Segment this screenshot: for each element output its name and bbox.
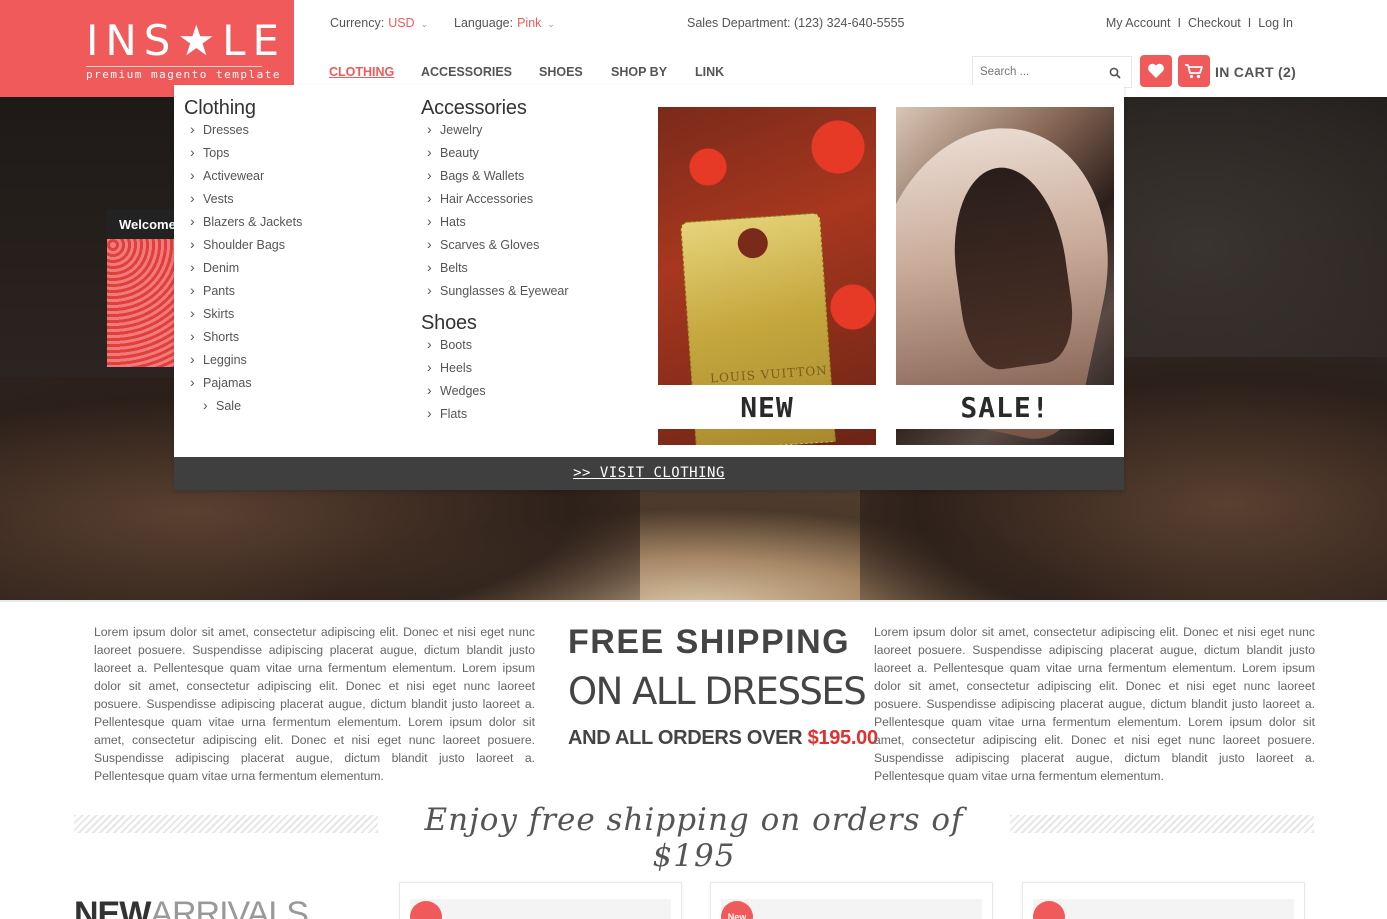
mega-menu-footer: >> VISIT CLOTHING xyxy=(174,457,1124,490)
cart-icon xyxy=(1185,64,1203,79)
intro-text-right: Lorem ipsum dolor sit amet, consectetur … xyxy=(874,625,1315,783)
logo-divider xyxy=(86,66,262,67)
mega-item-vests[interactable]: Vests xyxy=(184,190,302,214)
mega-heading-accessories[interactable]: Accessories xyxy=(421,97,569,119)
hero-divider xyxy=(0,600,1387,602)
cart-button[interactable] xyxy=(1178,55,1210,87)
logo-tagline: premium magento template xyxy=(86,68,281,81)
mega-item-jewelry[interactable]: Jewelry xyxy=(421,121,569,145)
mega-item-activewear[interactable]: Activewear xyxy=(184,167,302,191)
mega-heading-shoes[interactable]: Shoes xyxy=(421,312,569,334)
promo-new-arrivals[interactable]: LOUIS VUITTON NEW xyxy=(658,107,876,445)
mega-heading-clothing[interactable]: Clothing xyxy=(184,97,302,119)
currency-label: Currency: xyxy=(330,16,385,30)
nav-item-shop-by[interactable]: SHOP BY xyxy=(611,65,667,79)
mega-item-dresses[interactable]: Dresses xyxy=(184,121,302,145)
welcome-text: Welcome xyxy=(119,217,176,232)
search-input[interactable] xyxy=(980,66,1100,78)
hatch-divider-right xyxy=(1010,815,1314,833)
mega-item-shorts[interactable]: Shorts xyxy=(184,328,302,352)
hex-pattern xyxy=(107,239,175,367)
link-separator: I xyxy=(1177,16,1181,30)
hatch-divider-left xyxy=(74,815,378,833)
cart-count[interactable]: IN CART (2) xyxy=(1215,64,1296,80)
nav-item-accessories[interactable]: ACCESSORIES xyxy=(421,65,512,79)
mega-item-scarves-gloves[interactable]: Scarves & Gloves xyxy=(421,236,569,260)
new-arrivals-light: ARRIVALS xyxy=(150,895,309,919)
product-image xyxy=(1033,899,1294,919)
mega-item-blazers-jackets[interactable]: Blazers & Jackets xyxy=(184,213,302,237)
mega-item-heels[interactable]: Heels xyxy=(421,359,569,383)
language-value: Pink xyxy=(517,16,542,30)
threshold-text: AND ALL ORDERS OVER xyxy=(568,727,808,749)
mega-item-leggins[interactable]: Leggins xyxy=(184,351,302,375)
mega-column-clothing: Clothing Dresses Tops Activewear Vests B… xyxy=(184,97,302,416)
product-image xyxy=(721,899,982,919)
mega-item-shoulder-bags[interactable]: Shoulder Bags xyxy=(184,236,302,260)
mega-item-belts[interactable]: Belts xyxy=(421,259,569,283)
promo-sale[interactable]: SALE! xyxy=(896,107,1114,445)
mega-item-flats[interactable]: Flats xyxy=(421,405,569,429)
mega-item-pajamas[interactable]: Pajamas xyxy=(184,374,302,398)
language-label: Language: xyxy=(454,16,514,30)
promo-tag-text: LOUIS VUITTON xyxy=(709,363,829,386)
promo-tag-hole xyxy=(736,227,769,260)
mega-item-sunglasses-eyewear[interactable]: Sunglasses & Eyewear xyxy=(421,282,569,306)
product-card[interactable]: New xyxy=(710,882,993,919)
currency-selector[interactable]: Currency: USD ⌄ xyxy=(330,16,428,30)
mega-column-accessories: Accessories Jewelry Beauty Bags & Wallet… xyxy=(421,97,569,429)
mega-menu-clothing: Clothing Dresses Tops Activewear Vests B… xyxy=(174,85,1124,490)
mega-item-skirts[interactable]: Skirts xyxy=(184,305,302,329)
threshold-price: $195.00 xyxy=(807,727,879,749)
chevron-down-icon: ⌄ xyxy=(420,19,429,29)
wishlist-button[interactable] xyxy=(1140,55,1172,87)
mega-item-boots[interactable]: Boots xyxy=(421,336,569,360)
account-links: My Account I Checkout I Log In xyxy=(1106,16,1293,30)
enjoy-shipping-banner: Enjoy free shipping on orders of $195 xyxy=(74,800,1314,874)
nav-item-clothing[interactable]: CLOTHING xyxy=(329,65,394,79)
login-link[interactable]: Log In xyxy=(1258,16,1293,30)
new-arrivals-bold: NEW xyxy=(74,895,151,919)
language-selector[interactable]: Language: Pink ⌄ xyxy=(454,16,555,30)
search-box xyxy=(972,56,1132,88)
search-icon[interactable] xyxy=(1109,67,1121,79)
link-separator: I xyxy=(1247,16,1252,30)
sales-department-phone: Sales Department: (123) 324-640-5555 xyxy=(687,16,905,30)
mega-item-wedges[interactable]: Wedges xyxy=(421,382,569,406)
product-card[interactable] xyxy=(1022,882,1305,919)
intro-text-left: Lorem ipsum dolor sit amet, consectetur … xyxy=(94,625,535,783)
mega-item-tops[interactable]: Tops xyxy=(184,144,302,168)
free-shipping-promo: FREE SHIPPING ON ALL DRESSES AND ALL ORD… xyxy=(568,622,878,752)
free-shipping-heading: FREE SHIPPING xyxy=(568,623,851,661)
product-image xyxy=(410,899,671,919)
checkout-link[interactable]: Checkout xyxy=(1188,16,1241,30)
nav-item-shoes[interactable]: SHOES xyxy=(539,65,583,79)
my-account-link[interactable]: My Account xyxy=(1106,16,1171,30)
enjoy-shipping-text: Enjoy free shipping on orders of $195 xyxy=(424,802,964,874)
free-shipping-subheading: ON ALL DRESSES xyxy=(568,670,867,713)
mega-item-hair-accessories[interactable]: Hair Accessories xyxy=(421,190,569,214)
welcome-panel: Welcome xyxy=(107,209,176,367)
new-arrivals-heading: NEWARRIVALS xyxy=(74,895,309,919)
chevron-down-icon: ⌄ xyxy=(547,19,555,29)
mega-subitem-sale[interactable]: Sale xyxy=(184,397,302,416)
promo-new-label: NEW xyxy=(740,391,794,424)
mega-item-pants[interactable]: Pants xyxy=(184,282,302,306)
mega-item-bags-wallets[interactable]: Bags & Wallets xyxy=(421,167,569,191)
free-shipping-threshold: AND ALL ORDERS OVER $195.00 xyxy=(568,724,878,752)
logo[interactable]: INS★LE premium magento template xyxy=(0,0,294,97)
currency-value: USD xyxy=(388,16,415,30)
mega-item-hats[interactable]: Hats xyxy=(421,213,569,237)
heart-icon xyxy=(1148,63,1164,78)
logo-wordmark: INS★LE xyxy=(86,16,287,65)
nav-item-link[interactable]: LINK xyxy=(695,65,724,79)
promo-sale-label: SALE! xyxy=(960,391,1050,424)
visit-clothing-link[interactable]: >> VISIT CLOTHING xyxy=(174,465,1124,481)
mega-item-denim[interactable]: Denim xyxy=(184,259,302,283)
mega-item-beauty[interactable]: Beauty xyxy=(421,144,569,168)
product-card[interactable] xyxy=(399,882,682,919)
